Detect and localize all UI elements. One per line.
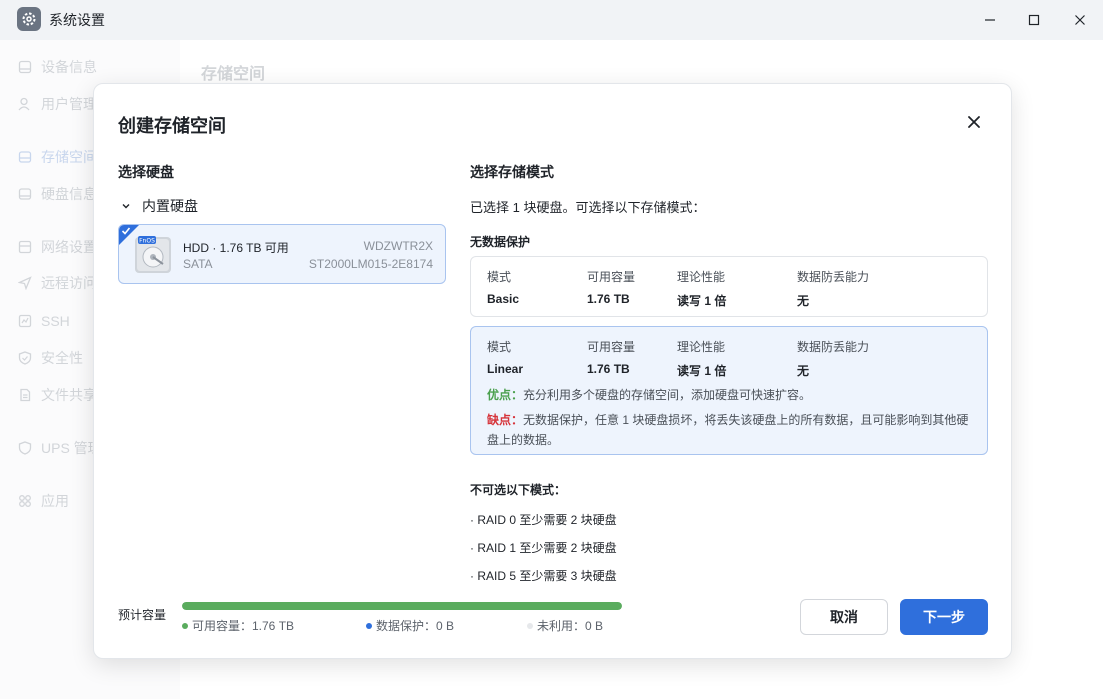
dialog-title: 创建存储空间 [118, 116, 226, 136]
legend-protection: 数据保护：0 B [366, 617, 454, 634]
disk-group-label: 内置硬盘 [142, 198, 198, 214]
disk-bus: SATA [183, 257, 213, 271]
mode-capacity: 1.76 TB [587, 292, 630, 306]
legend-available: 可用容量：1.76 TB [182, 617, 294, 634]
capacity-bar-fill [182, 602, 622, 610]
legend-dot [182, 622, 188, 629]
fnos-badge: FnOS [139, 238, 155, 245]
hdd-icon: FnOS [131, 233, 175, 277]
next-button[interactable]: 下一步 [900, 599, 988, 635]
minimize-icon[interactable] [978, 8, 1002, 32]
pros-text: 充分利用多个硬盘的存储空间，添加硬盘可快速扩容。 [523, 388, 812, 402]
no-protection-subhead: 无数据保护 [470, 235, 531, 249]
col-protection: 数据防丢能力 [797, 340, 870, 354]
legend-text: 未利用：0 B [537, 619, 604, 633]
disk-model: ST2000LM015-2E8174 [308, 257, 433, 271]
mode-card-linear[interactable]: 模式 可用容量 理论性能 数据防丢能力 Linear 1.76 TB 读写 1 … [470, 326, 988, 455]
disk-name: HDD · 1.76 TB 可用 [183, 241, 289, 255]
mode-cons: 缺点：无数据保护，任意 1 块硬盘损坏，将丢失该硬盘上的所有数据，且可能影响到其… [487, 410, 977, 450]
mode-name: Linear [487, 362, 524, 376]
legend-dot [366, 622, 372, 629]
capacity-bar [182, 602, 622, 610]
legend-text: 数据保护：0 B [376, 619, 455, 633]
legend-text: 可用容量：1.76 TB [192, 619, 295, 633]
mode-performance: 读写 1 倍 [677, 294, 727, 308]
mode-pros: 优点：充分利用多个硬盘的存储空间，添加硬盘可快速扩容。 [487, 386, 811, 403]
unavailable-item: · RAID 5 至少需要 3 块硬盘 [470, 569, 617, 583]
app-gear-icon [17, 7, 41, 31]
cancel-button[interactable]: 取消 [800, 599, 888, 635]
mode-capacity: 1.76 TB [587, 362, 630, 376]
maximize-icon[interactable] [1022, 8, 1046, 32]
pros-label: 优点： [487, 388, 524, 402]
cons-text: 无数据保护，任意 1 块硬盘损坏，将丢失该硬盘上的所有数据，且可能影响到其他硬盘… [487, 413, 969, 447]
col-mode: 模式 [487, 270, 512, 284]
mode-protection: 无 [797, 294, 810, 308]
select-mode-title: 选择存储模式 [470, 164, 554, 180]
col-mode: 模式 [487, 340, 512, 354]
capacity-label: 预计容量 [118, 608, 167, 622]
col-performance: 理论性能 [677, 270, 726, 284]
col-performance: 理论性能 [677, 340, 726, 354]
check-icon [121, 227, 131, 235]
mode-protection: 无 [797, 364, 810, 378]
disk-serial: WDZWTR2X [363, 239, 433, 253]
unavailable-title: 不可选以下模式： [470, 483, 567, 497]
chevron-down-icon [118, 198, 134, 214]
mode-name: Basic [487, 292, 520, 306]
mode-card-basic[interactable]: 模式 可用容量 理论性能 数据防丢能力 Basic 1.76 TB 读写 1 倍… [470, 256, 988, 317]
unavailable-item: · RAID 0 至少需要 2 块硬盘 [470, 513, 617, 527]
col-protection: 数据防丢能力 [797, 270, 870, 284]
title-bar: 系统设置 [0, 0, 1103, 40]
disk-card[interactable]: FnOS HDD · 1.76 TB 可用 SATA WDZWTR2X ST20… [118, 224, 446, 284]
unavailable-item: · RAID 1 至少需要 2 块硬盘 [470, 541, 617, 555]
window-title: 系统设置 [49, 12, 105, 28]
select-disk-title: 选择硬盘 [118, 164, 174, 180]
col-capacity: 可用容量 [587, 340, 636, 354]
cons-label: 缺点： [487, 413, 524, 427]
legend-unused: 未利用：0 B [527, 617, 603, 634]
mode-performance: 读写 1 倍 [677, 364, 727, 378]
window-close-icon[interactable] [1068, 8, 1092, 32]
disk-group-toggle[interactable]: 内置硬盘 [118, 196, 198, 216]
create-storage-dialog: 创建存储空间 选择硬盘 内置硬盘 FnOS HDD · 1.76 TB 可用 S… [93, 83, 1012, 659]
col-capacity: 可用容量 [587, 270, 636, 284]
selection-info: 已选择 1 块硬盘。可选择以下存储模式： [470, 200, 706, 215]
close-icon[interactable] [964, 112, 984, 132]
legend-dot [527, 622, 533, 629]
